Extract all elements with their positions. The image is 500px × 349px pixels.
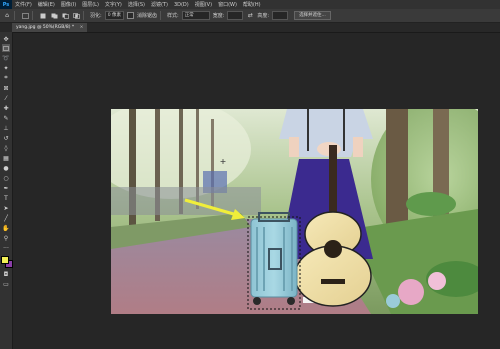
new-selection-icon[interactable] [39,12,47,20]
type-icon[interactable]: T [2,194,10,202]
home-icon[interactable]: ⌂ [3,12,11,20]
foreground-color-swatch[interactable] [1,256,9,264]
shape-icon[interactable]: ╱ [2,214,10,222]
feather-input[interactable]: 0 像素 [104,11,124,20]
menu-window[interactable]: 窗口(W) [215,1,240,8]
divider [83,11,84,20]
zoom-icon[interactable]: ⚲ [2,234,10,242]
crop-icon[interactable]: ⌗ [2,74,10,82]
menu-file[interactable]: 文件(F) [12,1,35,8]
blur-icon[interactable]: ● [2,164,10,172]
divider [14,11,15,20]
menu-filter[interactable]: 滤镜(T) [148,1,171,8]
select-and-mask-button[interactable]: 选择并遮住... [294,11,331,20]
lasso-icon[interactable]: ➰ [2,54,10,62]
stamp-icon[interactable]: ⊥ [2,124,10,132]
brush-icon[interactable]: ✎ [2,114,10,122]
color-swatches [1,256,13,268]
pen-icon[interactable]: ✒ [2,184,10,192]
marquee-icon[interactable] [2,44,10,52]
swap-icon[interactable]: ⇄ [246,12,254,20]
style-select[interactable]: 正常 [181,11,210,20]
divider [32,11,33,20]
antialias-checkbox[interactable] [126,12,134,19]
height-label: 高度: [257,13,270,19]
options-bar: ⌂ 羽化: 0 像素 消除锯齿 样式: 正常 宽度: ⇄ 高度: 选择并遮住..… [0,9,500,23]
document-tab-title: yang.jpg @ 50%(RGB/8) * [16,25,75,30]
subtract-selection-icon[interactable] [61,12,69,20]
menu-view[interactable]: 视图(V) [192,1,215,8]
rectangular-marquee-icon[interactable] [21,12,29,20]
photo [111,109,478,314]
dodge-icon[interactable]: ○ [2,174,10,182]
feather-label: 羽化: [90,13,102,19]
photoshop-logo[interactable]: Ps [0,0,12,9]
move-icon[interactable]: ✥ [2,35,10,43]
intersect-selection-icon[interactable] [72,12,80,20]
menu-3d[interactable]: 3D(D) [171,2,192,8]
menu-bar: Ps 文件(F) 编辑(E) 图像(I) 图层(L) 文字(Y) 选择(S) 滤… [0,0,500,9]
quick-mask-icon[interactable]: ◘ [2,270,10,278]
screen-mode-icon[interactable]: ▭ [2,280,10,288]
frame-icon[interactable]: ⊠ [2,84,10,92]
divider [160,11,161,20]
hand-icon[interactable]: ✋ [2,224,10,232]
document-tab-bar: yang.jpg @ 50%(RGB/8) * × [0,23,500,33]
menu-type[interactable]: 文字(Y) [102,1,125,8]
healing-icon[interactable]: ✚ [2,104,10,112]
magic-wand-icon[interactable]: ✦ [2,64,10,72]
eyedropper-icon[interactable]: ⁄ [2,94,10,102]
menu-help[interactable]: 帮助(H) [240,1,264,8]
menu-image[interactable]: 图像(I) [58,1,79,8]
antialias-label: 消除锯齿 [136,13,157,19]
menu-edit[interactable]: 编辑(E) [35,1,58,8]
width-label: 宽度: [212,13,225,19]
tools-panel: ✥ ➰ ✦ ⌗ ⊠ ⁄ ✚ ✎ ⊥ ↺ ◊ ▦ ● ○ ✒ T ➤ ╱ ✋ ⚲ … [0,32,13,349]
add-selection-icon[interactable] [50,12,58,20]
gradient-icon[interactable]: ▦ [2,154,10,162]
menu-select[interactable]: 选择(S) [125,1,148,8]
history-brush-icon[interactable]: ↺ [2,134,10,142]
eraser-icon[interactable]: ◊ [2,144,10,152]
path-select-icon[interactable]: ➤ [2,204,10,212]
close-icon[interactable]: × [80,25,84,30]
style-label: 样式: [167,13,179,19]
document-canvas[interactable] [111,109,478,314]
width-input[interactable] [227,11,244,20]
menu-layer[interactable]: 图层(L) [79,1,102,8]
document-tab[interactable]: yang.jpg @ 50%(RGB/8) * × [12,23,88,32]
more-icon[interactable]: ··· [2,244,10,252]
height-input[interactable] [272,11,289,20]
